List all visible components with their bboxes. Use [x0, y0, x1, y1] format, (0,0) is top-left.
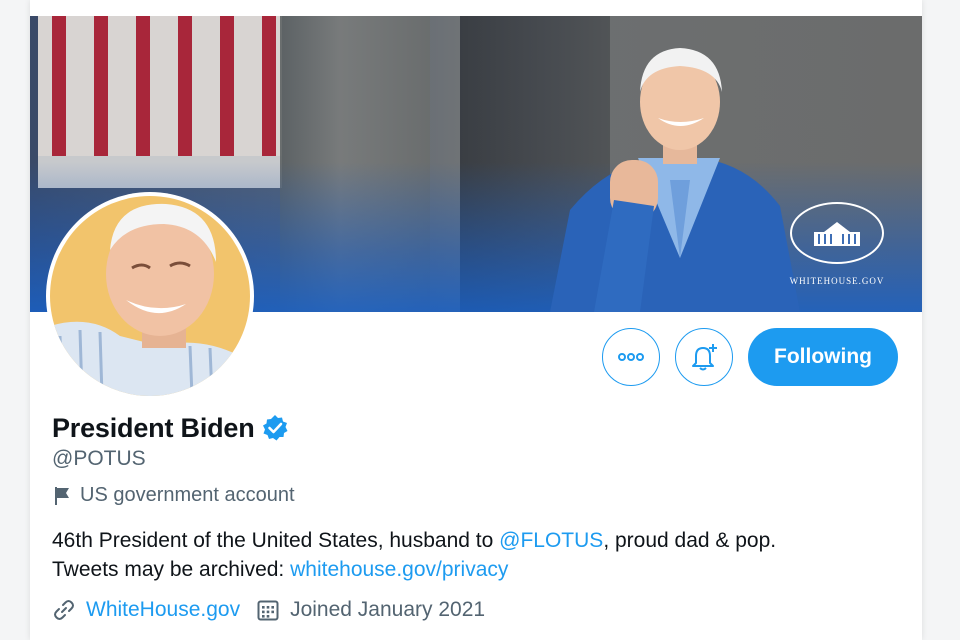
more-options-button[interactable] — [602, 328, 660, 386]
ellipsis-icon — [618, 353, 644, 361]
bio-line-2: Tweets may be archived: whitehouse.gov/p… — [52, 555, 902, 584]
privacy-link[interactable]: whitehouse.gov/privacy — [290, 558, 508, 581]
bio-line-1: 46th President of the United States, hus… — [52, 526, 902, 555]
notifications-button[interactable] — [675, 328, 733, 386]
whitehouse-seal-icon — [790, 202, 884, 264]
verified-badge-icon — [262, 415, 288, 441]
flotus-mention-link[interactable]: @FLOTUS — [499, 529, 603, 552]
government-account-label: US government account — [52, 484, 295, 507]
bio-text: Tweets may be archived: — [52, 558, 291, 581]
name-row: President Biden — [52, 410, 289, 446]
user-handle: @POTUS — [52, 447, 146, 470]
top-strip — [30, 0, 922, 17]
banner-portrait — [550, 48, 800, 312]
whitehouse-caption: WHITEHOUSE.GOV — [789, 276, 885, 286]
following-button[interactable]: Following — [748, 328, 898, 386]
bell-plus-icon — [692, 344, 717, 371]
profile-actions: Following — [30, 328, 922, 388]
whitehouse-logo: WHITEHOUSE.GOV — [782, 202, 892, 292]
account-label-text: US government account — [80, 484, 295, 506]
bio-text: , proud dad & pop. — [603, 529, 777, 552]
website-link[interactable]: WhiteHouse.gov — [86, 598, 240, 622]
calendar-icon — [257, 600, 279, 621]
flag-icon — [55, 486, 69, 505]
profile-meta: WhiteHouse.gov Joined January 2021 — [52, 598, 485, 622]
profile-panel: WHITEHOUSE.GOV Following President Biden… — [30, 0, 922, 640]
link-icon — [54, 600, 74, 620]
join-date: Joined January 2021 — [290, 598, 486, 621]
display-name: President Biden — [52, 412, 255, 443]
profile-bio: 46th President of the United States, hus… — [52, 526, 902, 584]
bio-text: 46th President of the United States, hus… — [52, 529, 500, 552]
